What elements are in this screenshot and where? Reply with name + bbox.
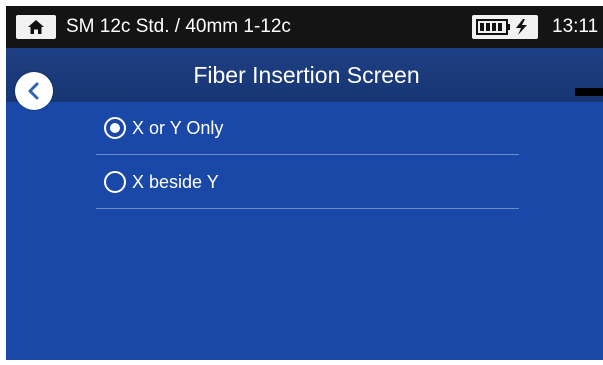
home-button[interactable] (16, 15, 56, 39)
chevron-left-icon (28, 82, 39, 100)
radio-selected[interactable] (104, 117, 126, 139)
option-x-or-y-only[interactable]: X or Y Only (96, 102, 519, 155)
back-button[interactable] (15, 72, 53, 110)
battery-charging-icon (476, 19, 527, 35)
radio-unselected[interactable] (104, 171, 126, 193)
status-title: SM 12c Std. / 40mm 1-12c (66, 16, 291, 37)
corner-marker (575, 88, 603, 96)
status-bar: SM 12c Std. / 40mm 1-12c 13:11 (6, 6, 603, 48)
device-screen: SM 12c Std. / 40mm 1-12c 13:11 Fiber Ins… (6, 6, 603, 360)
battery-indicator (472, 15, 538, 39)
home-icon (28, 20, 44, 34)
page-title: Fiber Insertion Screen (193, 62, 420, 88)
option-x-beside-y[interactable]: X beside Y (96, 156, 519, 209)
option-label: X or Y Only (132, 117, 224, 138)
option-label: X beside Y (132, 171, 219, 192)
clock: 13:11 (552, 16, 599, 37)
